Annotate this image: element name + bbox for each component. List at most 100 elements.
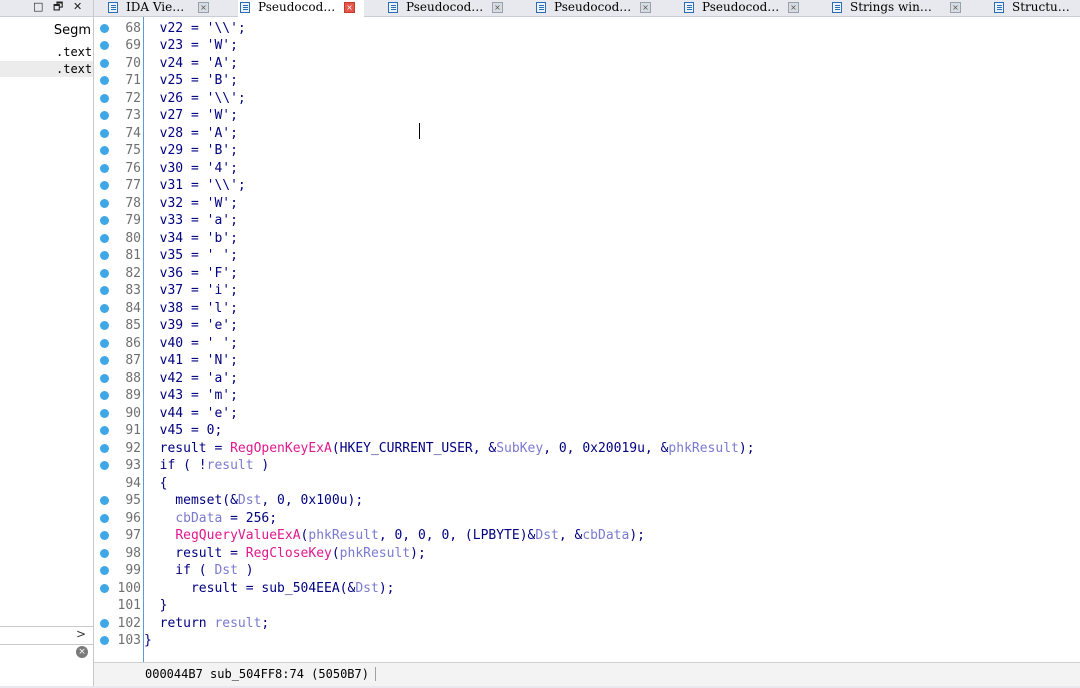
code-line[interactable]: RegQueryValueExA(phkResult, 0, 0, 0, (LP… (144, 527, 645, 545)
breakpoint-marker-icon[interactable] (100, 443, 109, 453)
float-icon[interactable]: 🗗 (53, 0, 63, 14)
segment-row[interactable]: .text (0, 44, 93, 60)
tab-close-icon[interactable]: × (788, 2, 799, 13)
code-line[interactable]: v23 = 'W'; (144, 37, 238, 55)
tab-close-icon[interactable]: × (492, 2, 503, 13)
code-line[interactable]: v32 = 'W'; (144, 195, 238, 213)
tab-ida-view[interactable]: IDA Vie… × (106, 0, 218, 16)
code-line[interactable]: v38 = 'l'; (144, 300, 238, 318)
code-line[interactable]: v41 = 'N'; (144, 352, 238, 370)
line-number: 77 (125, 178, 141, 193)
line-number: 99 (125, 563, 141, 578)
breakpoint-marker-icon[interactable] (100, 146, 109, 155)
close-icon[interactable]: ✕ (73, 0, 82, 14)
line-number: 78 (125, 195, 141, 211)
breakpoint-marker-icon[interactable] (100, 321, 109, 330)
tab-strings-window[interactable]: Strings win… × (830, 0, 970, 16)
code-line[interactable]: v34 = 'b'; (144, 230, 238, 248)
code-line[interactable]: v24 = 'A'; (144, 55, 238, 73)
restore-icon[interactable]: □ (33, 0, 43, 14)
breakpoint-marker-icon[interactable] (100, 286, 109, 295)
breakpoint-marker-icon[interactable] (100, 41, 109, 50)
breakpoint-marker-icon[interactable] (100, 426, 109, 435)
tab-close-icon[interactable]: × (950, 2, 961, 13)
code-line[interactable]: if ( Dst ) (144, 562, 253, 580)
code-line[interactable]: v44 = 'e'; (144, 405, 238, 423)
scroll-right-icon[interactable]: > (76, 627, 86, 641)
code-line[interactable]: cbData = 256; (144, 510, 277, 528)
code-line[interactable]: v26 = '\\'; (144, 90, 246, 108)
code-line[interactable]: v45 = 0; (144, 422, 223, 440)
segment-row[interactable]: .text (0, 61, 93, 77)
tab-pseudocode-d[interactable]: Pseudocod… × (682, 0, 808, 16)
tab-close-icon[interactable]: × (344, 2, 355, 13)
line-number: 75 (125, 143, 141, 158)
code-line[interactable]: { (144, 475, 168, 493)
breakpoint-marker-icon[interactable] (100, 163, 109, 173)
code-line[interactable]: v27 = 'W'; (144, 107, 238, 125)
breakpoint-marker-icon[interactable] (100, 23, 109, 33)
breakpoint-marker-icon[interactable] (100, 496, 109, 505)
breakpoint-marker-icon[interactable] (100, 356, 109, 365)
breakpoint-marker-icon[interactable] (100, 251, 109, 260)
code-line[interactable]: result = RegOpenKeyExA(HKEY_CURRENT_USER… (144, 440, 755, 458)
tab-close-icon[interactable]: × (640, 2, 651, 13)
breakpoint-marker-icon[interactable] (100, 618, 109, 628)
segments-column-header[interactable]: Segm (0, 20, 93, 42)
code-line[interactable]: v29 = 'B'; (144, 142, 238, 160)
tab-pseudocode-c[interactable]: Pseudocod… × (534, 0, 660, 16)
code-line[interactable]: v40 = ' '; (144, 335, 238, 353)
breakpoint-marker-icon[interactable] (100, 128, 109, 138)
breakpoint-marker-icon[interactable] (100, 58, 109, 68)
breakpoint-marker-icon[interactable] (100, 373, 109, 383)
code-line[interactable]: result = RegCloseKey(phkResult); (144, 545, 425, 563)
breakpoint-marker-icon[interactable] (100, 408, 109, 418)
breakpoint-marker-icon[interactable] (100, 548, 109, 558)
breakpoint-marker-icon[interactable] (100, 111, 109, 120)
breakpoint-marker-icon[interactable] (100, 198, 109, 208)
breakpoint-marker-icon[interactable] (100, 636, 109, 645)
code-line[interactable]: return result; (144, 615, 270, 633)
code-line[interactable]: v25 = 'B'; (144, 72, 238, 90)
tab-pseudocode-b[interactable]: Pseudocod… × (386, 0, 512, 16)
breakpoint-marker-icon[interactable] (100, 233, 109, 243)
breakpoint-marker-icon[interactable] (100, 338, 109, 348)
breakpoint-marker-icon[interactable] (100, 461, 109, 470)
breakpoint-marker-icon[interactable] (100, 303, 109, 313)
tab-close-icon[interactable]: × (198, 2, 209, 13)
code-line[interactable]: v35 = ' '; (144, 247, 238, 265)
code-line[interactable]: } (144, 632, 152, 650)
code-line[interactable]: v30 = '4'; (144, 160, 238, 178)
code-line[interactable]: } (144, 597, 168, 615)
code-line[interactable]: memset(&Dst, 0, 0x100u); (144, 492, 363, 510)
breakpoint-marker-icon[interactable] (100, 216, 109, 225)
tab-structures[interactable]: Structu… (992, 0, 1080, 16)
segments-panel: □ 🗗 ✕ Segm .text .text > × (0, 0, 94, 688)
code-line[interactable]: v28 = 'A'; (144, 125, 238, 143)
clear-filter-icon[interactable]: × (76, 646, 88, 658)
code-line[interactable]: v37 = 'i'; (144, 282, 238, 300)
line-number: 95 (125, 493, 141, 508)
breakpoint-marker-icon[interactable] (100, 391, 109, 400)
breakpoint-marker-icon[interactable] (100, 583, 109, 593)
code-line[interactable]: v42 = 'a'; (144, 370, 238, 388)
structures-icon (994, 2, 1004, 13)
code-line[interactable]: v39 = 'e'; (144, 317, 238, 335)
code-line[interactable]: v31 = '\\'; (144, 177, 246, 195)
breakpoint-marker-icon[interactable] (100, 513, 109, 523)
breakpoint-marker-icon[interactable] (100, 181, 109, 190)
code-line[interactable]: v33 = 'a'; (144, 212, 238, 230)
breakpoint-marker-icon[interactable] (100, 93, 109, 103)
code-line[interactable]: result = sub_504EEA(&Dst); (144, 580, 395, 598)
code-line[interactable]: v22 = '\\'; (144, 20, 246, 38)
breakpoint-marker-icon[interactable] (100, 268, 109, 278)
breakpoint-marker-icon[interactable] (100, 76, 109, 85)
tab-pseudocode-a[interactable]: Pseudocod… × (238, 0, 364, 17)
code-line[interactable]: if ( !result ) (144, 457, 270, 475)
segments-panel-titlebar: □ 🗗 ✕ (0, 0, 93, 17)
code-line[interactable]: v43 = 'm'; (144, 387, 238, 405)
breakpoint-marker-icon[interactable] (100, 566, 109, 575)
breakpoint-marker-icon[interactable] (100, 531, 109, 540)
code-line[interactable]: v36 = 'F'; (144, 265, 238, 283)
view-icon (108, 2, 118, 13)
